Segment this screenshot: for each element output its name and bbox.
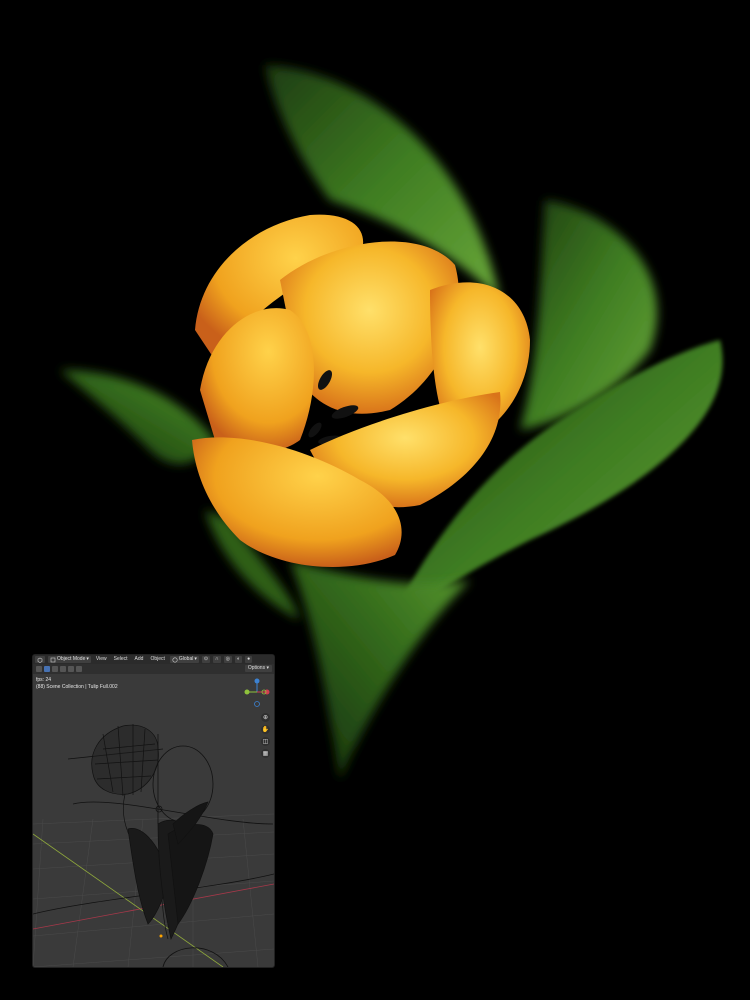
select-subtract-icon[interactable] [60, 666, 66, 672]
proportional-edit-button[interactable]: ◎ [223, 656, 233, 663]
viewport-nav-controls: ⊕ ✋ ◫ ▦ [261, 713, 270, 758]
leaf-left [60, 370, 215, 464]
transform-orientation-label: Global [178, 656, 194, 662]
tool-settings-bar: Options ▾ [33, 664, 274, 674]
options-button[interactable]: Options ▾ [244, 665, 272, 672]
viewport-header: Object Mode ▾ View Select Add Object Glo… [33, 655, 274, 664]
zoom-icon[interactable]: ⊕ [261, 713, 270, 722]
editor-type-button[interactable] [35, 656, 45, 663]
menu-object[interactable]: Object [148, 656, 166, 663]
select-box-icon[interactable] [44, 666, 50, 672]
perspective-toggle-icon[interactable]: ▦ [261, 749, 270, 758]
transform-orientation-selector[interactable]: Global ▾ [169, 656, 199, 663]
shading-button[interactable]: ● [245, 656, 253, 663]
leaf-bottom [290, 560, 470, 780]
blender-viewport[interactable]: Object Mode ▾ View Select Add Object Glo… [32, 654, 275, 968]
pivot-point-button[interactable]: ⊙ [201, 656, 211, 663]
gizmo-z-axis[interactable] [254, 678, 260, 684]
menu-view[interactable]: View [94, 656, 109, 663]
menu-select[interactable]: Select [112, 656, 130, 663]
fps-readout: fps: 24 [36, 677, 52, 683]
viewport-scene[interactable] [33, 674, 274, 967]
mode-label: Object Mode [57, 656, 86, 662]
select-tool-icon[interactable] [36, 666, 42, 672]
pivot-icon: ⊙ [203, 656, 209, 662]
navigation-gizmo[interactable] [243, 677, 271, 709]
pan-hand-icon[interactable]: ✋ [261, 725, 270, 734]
chevron-down-icon: ▾ [194, 656, 197, 662]
overlays-button[interactable]: ◐ [235, 656, 243, 663]
viewport-overlay-text: fps: 24 (88) Scene Collection | Tulip Fu… [36, 677, 118, 691]
select-invert-icon[interactable] [76, 666, 82, 672]
menu-add[interactable]: Add [133, 656, 146, 663]
overlays-icon: ◐ [237, 656, 241, 662]
snap-button[interactable]: ∩ [213, 656, 221, 663]
object-origin-dot [159, 934, 163, 938]
global-orientation-icon [172, 656, 178, 663]
tulip-wireframe [91, 724, 214, 941]
gizmo-neg-z[interactable] [254, 701, 260, 707]
proportional-icon: ◎ [225, 656, 231, 662]
options-label: Options [247, 665, 266, 671]
gizmo-y-axis[interactable] [244, 689, 250, 695]
object-mode-icon [50, 657, 56, 662]
chevron-down-icon: ▾ [86, 656, 89, 662]
select-intersect-icon[interactable] [68, 666, 74, 672]
select-extend-icon[interactable] [52, 666, 58, 672]
3d-viewport-icon [37, 657, 43, 663]
camera-view-icon[interactable]: ◫ [261, 737, 270, 746]
mode-selector[interactable]: Object Mode ▾ [48, 656, 91, 663]
scene-collection-label: (88) Scene Collection | Tulip Full.002 [36, 684, 118, 690]
magnet-icon: ∩ [215, 656, 219, 662]
shading-icon: ● [247, 656, 251, 662]
